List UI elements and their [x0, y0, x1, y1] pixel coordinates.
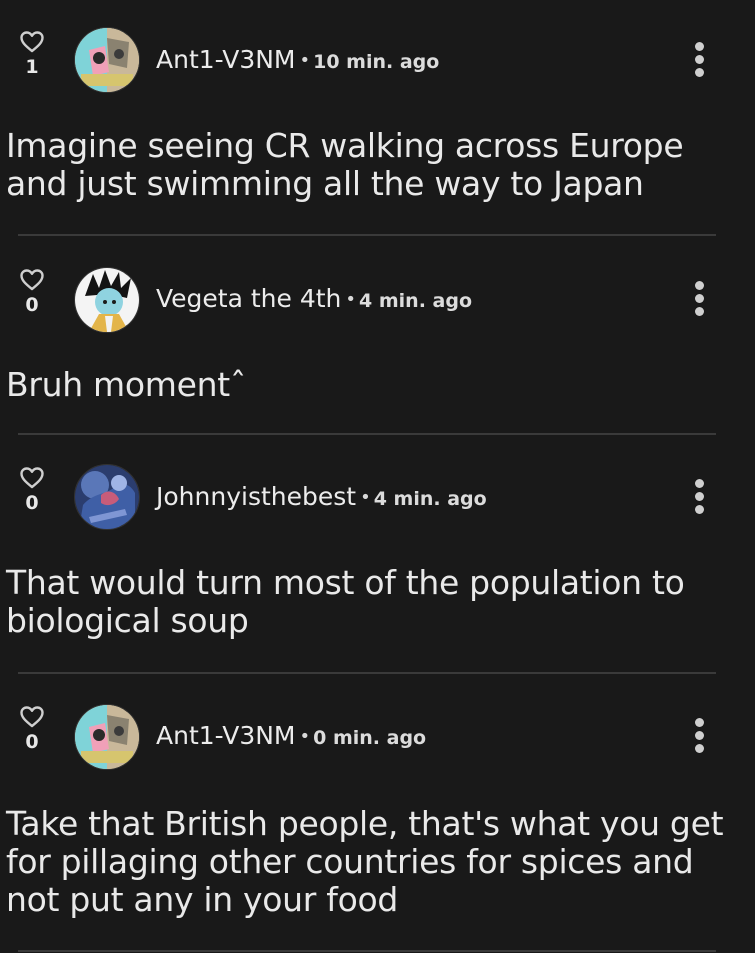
kebab-menu-icon[interactable] [688, 718, 710, 758]
like-count: 0 [25, 731, 39, 753]
like-control[interactable]: 0 [12, 705, 52, 753]
like-control[interactable]: 0 [12, 268, 52, 316]
like-control[interactable]: 1 [12, 30, 52, 78]
comment-text: Take that British people, that's what yo… [6, 804, 724, 919]
heart-icon[interactable] [19, 268, 45, 292]
separator-dot: • [360, 487, 371, 508]
kebab-menu-icon[interactable] [688, 281, 710, 321]
timestamp: 0 min. ago [313, 727, 427, 749]
avatar[interactable] [74, 27, 140, 93]
avatar[interactable] [74, 267, 140, 333]
timestamp: 10 min. ago [313, 51, 440, 73]
heart-icon[interactable] [19, 466, 45, 490]
username[interactable]: Ant1-V3NM [156, 45, 296, 74]
separator-dot: • [299, 726, 311, 747]
like-count: 0 [25, 492, 39, 514]
heart-icon[interactable] [19, 705, 45, 729]
separator-dot: • [345, 289, 357, 310]
comment-text: Imagine seeing CR walking across Europe … [6, 126, 684, 203]
like-count: 0 [25, 294, 39, 316]
comment-meta: Vegeta the 4th • 4 min. ago [156, 283, 472, 319]
comment-meta: Ant1-V3NM • 10 min. ago [156, 44, 439, 80]
heart-icon[interactable] [19, 30, 45, 54]
separator-dot: • [299, 50, 311, 71]
avatar[interactable] [74, 464, 140, 530]
comment-text: That would turn most of the population t… [6, 563, 685, 640]
avatar[interactable] [74, 704, 140, 770]
username[interactable]: Johnnyisthebest [156, 482, 356, 511]
like-count: 1 [25, 56, 39, 78]
kebab-menu-icon[interactable] [688, 42, 710, 82]
divider [18, 672, 716, 674]
username[interactable]: Vegeta the 4th [156, 284, 341, 313]
timestamp: 4 min. ago [359, 290, 472, 312]
divider [18, 433, 716, 435]
like-control[interactable]: 0 [12, 466, 52, 514]
comment-meta: Ant1-V3NM • 0 min. ago [156, 720, 426, 756]
divider [18, 950, 716, 952]
comment-text: Bruh momentˆ [6, 365, 247, 404]
username[interactable]: Ant1-V3NM [156, 721, 296, 750]
comment-meta: Johnnyisthebest • 4 min. ago [156, 481, 487, 517]
timestamp: 4 min. ago [373, 488, 487, 510]
kebab-menu-icon[interactable] [688, 479, 710, 519]
divider [18, 234, 716, 236]
